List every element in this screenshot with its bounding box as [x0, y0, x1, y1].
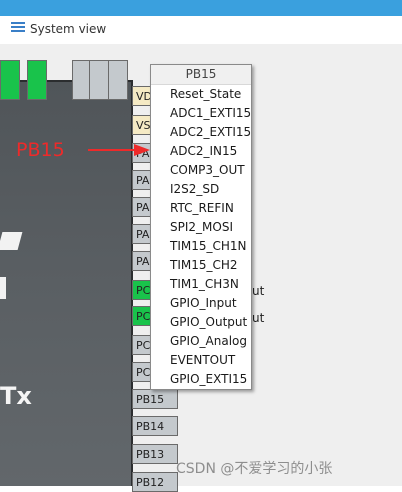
pin-label: PC [136, 339, 151, 352]
pin-label: PC [136, 284, 151, 297]
pin-label: PC [27, 82, 31, 97]
pin-label: PA [136, 174, 150, 187]
pin-signal-label: ut [252, 284, 265, 298]
menu-item[interactable]: TIM15_CH1N [151, 237, 251, 256]
chip-logo-mark [0, 277, 6, 299]
chip-logo-mark [0, 232, 23, 250]
menu-item[interactable]: GPIO_Output [151, 313, 251, 332]
pin-top[interactable]: PC [0, 60, 20, 100]
pin-signal-label: ut [252, 311, 265, 325]
menu-item-list: Reset_State ADC1_EXTI15 ADC2_EXTI15 ADC2_IN… [151, 85, 251, 389]
pin-right[interactable]: PB13 [132, 444, 178, 464]
menu-item[interactable]: SPI2_MOSI [151, 218, 251, 237]
pin-top[interactable]: PC [27, 60, 47, 100]
annotation-arrow-icon [88, 144, 150, 156]
menu-item[interactable]: GPIO_EXTI15 [151, 370, 251, 389]
pin-top[interactable]: PA [108, 60, 128, 100]
pin-label: PA [136, 201, 150, 214]
menu-item[interactable]: EVENTOUT [151, 351, 251, 370]
pin-label: PC [136, 366, 151, 379]
annotation-label: PB15 [16, 139, 65, 161]
pin-label: PB12 [136, 476, 165, 489]
top-accent-bar [0, 0, 402, 16]
pin-right[interactable]: PB14 [132, 416, 178, 436]
chip-label: Tx [0, 382, 32, 410]
menu-item[interactable]: GPIO_Analog [151, 332, 251, 351]
pin-label: PC [0, 82, 4, 97]
menu-item[interactable]: TIM15_CH2 [151, 256, 251, 275]
menu-item[interactable]: Reset_State [151, 85, 251, 104]
menu-item[interactable]: TIM1_CH3N [151, 275, 251, 294]
pin-label: PB13 [136, 448, 165, 461]
system-view-icon [11, 22, 25, 35]
view-header: System view [0, 16, 402, 44]
view-title: System view [30, 22, 107, 36]
pin-label: PB14 [136, 420, 165, 433]
watermark: CSDN @不爱学习的小张 [176, 461, 333, 477]
pin-right[interactable]: PB12 [132, 472, 178, 492]
menu-item[interactable]: RTC_REFIN [151, 199, 251, 218]
menu-item[interactable]: I2S2_SD [151, 180, 251, 199]
pin-label: VS [136, 119, 151, 132]
menu-item[interactable]: GPIO_Input [151, 294, 251, 313]
pin-function-menu: PB15 Reset_State ADC1_EXTI15 ADC2_EXTI15 AD… [150, 64, 252, 390]
pin-label: PA [72, 83, 76, 97]
menu-item[interactable]: ADC2_IN15 [151, 142, 251, 161]
pin-label: PB15 [136, 393, 165, 406]
pin-label: PA [136, 228, 150, 241]
menu-item[interactable]: ADC2_EXTI15 [151, 123, 251, 142]
menu-item[interactable]: ADC1_EXTI15 [151, 104, 251, 123]
pin-right[interactable]: PB15 [132, 389, 178, 409]
menu-header: PB15 [151, 65, 251, 85]
menu-item[interactable]: COMP3_OUT [151, 161, 251, 180]
pin-label: PC [136, 310, 151, 323]
pin-label: PA [136, 255, 150, 268]
pin-label: PA [89, 83, 93, 97]
pin-label: PA [108, 83, 112, 97]
pin-top[interactable]: PA [89, 60, 109, 100]
